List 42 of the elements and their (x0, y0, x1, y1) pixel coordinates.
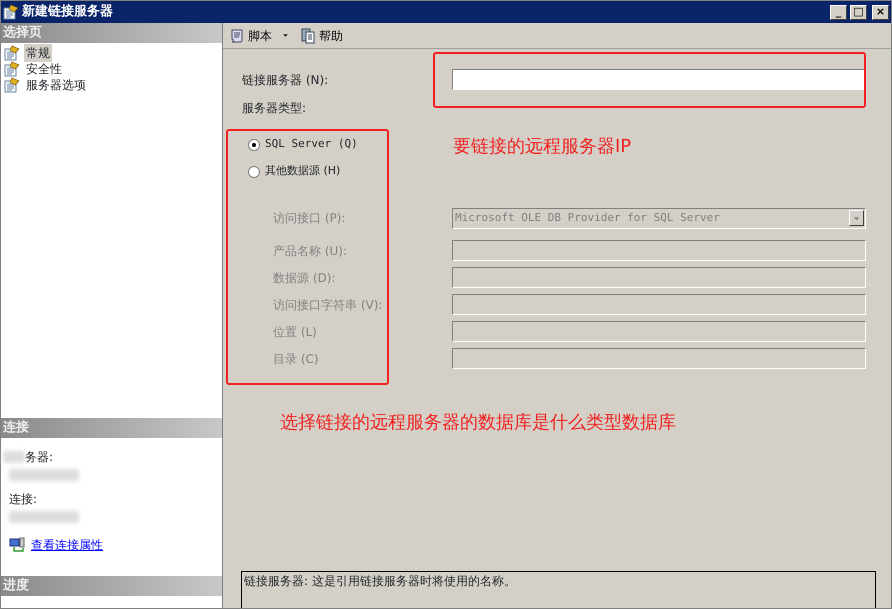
section-header: 选择页 (1, 23, 222, 43)
radio-label: SQL Server (Q) (265, 136, 358, 152)
connection-properties-link[interactable]: 查看连接属性 (31, 536, 103, 554)
connection-label: 务器: (25, 449, 54, 466)
linked-server-field[interactable] (452, 69, 866, 90)
maximize-button[interactable]: □ (850, 4, 867, 20)
computer-icon (9, 537, 25, 553)
page-icon (4, 61, 20, 77)
field-label: 服务器类型: (242, 101, 306, 115)
blurred-area (9, 469, 79, 481)
field-label: 位置 (L) (273, 324, 318, 340)
page-icon (4, 45, 20, 61)
section-header: 进度 (1, 576, 222, 596)
field-label: 访问接口字符串 (V): (273, 296, 384, 314)
description-text: 链接服务器: 这是引用链接服务器时将使用的名称。 (241, 571, 876, 608)
field-label: 产品名称 (U): (273, 242, 348, 260)
scroll-icon (229, 28, 245, 44)
annotation-text: 选择链接的远程服务器的数据库是什么类型数据库 (280, 411, 676, 435)
close-button[interactable]: × (872, 4, 889, 20)
blurred-area (9, 511, 79, 523)
field-label: 目录 (C) (273, 350, 320, 368)
radio-button[interactable] (248, 166, 260, 178)
minimize-button[interactable]: _ (830, 4, 847, 20)
page-item[interactable]: 常规 (24, 44, 52, 62)
radio-label: 其他数据源 (H) (265, 163, 340, 180)
connection-label: 连接: (9, 491, 38, 508)
field-label: 访问接口 (P): (273, 210, 346, 227)
window-title: 新建链接服务器 (22, 2, 113, 22)
section-header: 连接 (1, 418, 222, 438)
radio-button[interactable] (248, 138, 260, 150)
field-label: 链接服务器 (N): (242, 72, 330, 88)
annotation-text: 要链接的远程服务器IP (453, 135, 632, 159)
page-icon (4, 77, 20, 93)
window-icon (3, 4, 19, 20)
page-item[interactable]: 服务器选项 (24, 76, 88, 94)
script-button[interactable]: 脚本 (227, 26, 292, 44)
blurred-area (3, 451, 25, 463)
dropdown-value: Microsoft OLE DB Provider for SQL Server (455, 210, 720, 226)
help-button[interactable]: 帮助 (298, 26, 345, 44)
document-icon (300, 28, 316, 44)
page-item[interactable]: 安全性 (24, 60, 64, 78)
field-label: 数据源 (D): (273, 270, 336, 286)
